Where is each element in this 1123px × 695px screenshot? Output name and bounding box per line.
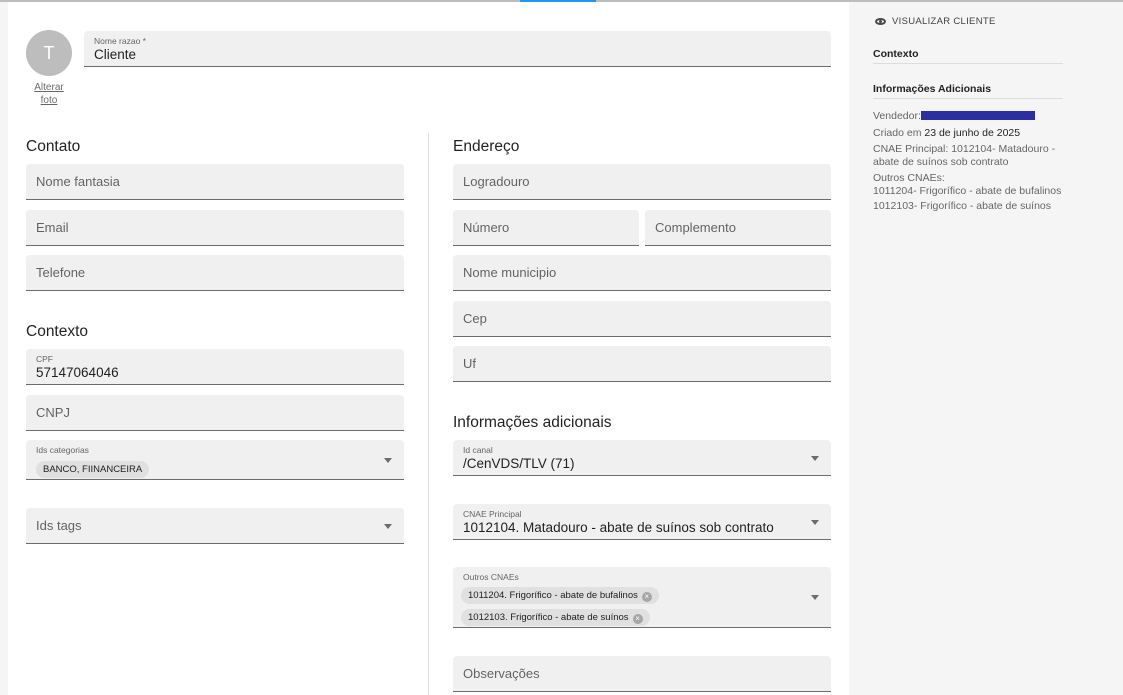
sidebar-info-title: Informações Adicionais bbox=[873, 83, 1063, 99]
id-canal-label: Id canal bbox=[463, 445, 493, 455]
id-canal-select[interactable]: Id canal /CenVDS/TLV (71) bbox=[453, 440, 831, 476]
eye-icon bbox=[875, 18, 886, 25]
close-icon[interactable]: × bbox=[641, 592, 652, 602]
cep-field[interactable]: Cep bbox=[453, 301, 831, 337]
outros-cnaes-block: Outros CNAEs: 1011204- Frigorífico - abat… bbox=[873, 172, 1073, 197]
avatar[interactable]: T bbox=[26, 30, 72, 76]
close-icon[interactable]: × bbox=[632, 614, 643, 624]
outros-cnaes-select[interactable]: Outros CNAEs 1011204. Frigorífico - abat… bbox=[453, 567, 831, 628]
logradouro-placeholder: Logradouro bbox=[463, 174, 530, 189]
ids-tags-select[interactable]: Ids tags bbox=[26, 508, 404, 544]
nome-razao-value: Cliente bbox=[94, 47, 137, 62]
numero-field[interactable]: Número bbox=[453, 210, 639, 246]
email-placeholder: Email bbox=[36, 220, 69, 235]
chevron-down-icon[interactable] bbox=[384, 457, 392, 463]
telefone-placeholder: Telefone bbox=[36, 265, 86, 280]
change-photo-link[interactable]: Alterar foto bbox=[26, 81, 72, 107]
view-client-button[interactable]: VISUALIZAR CLIENTE bbox=[875, 16, 996, 27]
ids-tags-placeholder: Ids tags bbox=[36, 518, 82, 533]
contato-heading: Contato bbox=[26, 138, 81, 155]
redacted-vendedor bbox=[920, 111, 1035, 120]
outros-cnaes-label: Outros CNAEs: bbox=[873, 172, 945, 184]
sidebar-info: Vendedor: Criado em 23 de junho de 2025 … bbox=[873, 110, 1073, 217]
chevron-down-icon[interactable] bbox=[384, 523, 392, 529]
view-client-label: VISUALIZAR CLIENTE bbox=[892, 16, 996, 27]
uf-placeholder: Uf bbox=[463, 356, 476, 371]
cnae-chip-label: 1011204. Frigorífico - abate de bufalino… bbox=[468, 590, 638, 601]
avatar-initial: T bbox=[43, 42, 55, 63]
cnpj-placeholder: CNPJ bbox=[36, 405, 70, 420]
uf-field[interactable]: Uf bbox=[453, 346, 831, 382]
logradouro-field[interactable]: Logradouro bbox=[453, 164, 831, 200]
criado-line: Criado em 23 de junho de 2025 bbox=[873, 127, 1073, 140]
cpf-label: CPF bbox=[36, 354, 53, 364]
ids-categorias-select[interactable]: Ids categorias BANCO, FIINANCEIRA bbox=[26, 440, 404, 480]
cnae-principal-label: CNAE Principal bbox=[463, 509, 522, 519]
id-canal-value: /CenVDS/TLV (71) bbox=[463, 456, 575, 471]
nome-municipio-field[interactable]: Nome municipio bbox=[453, 255, 831, 291]
category-chip[interactable]: BANCO, FIINANCEIRA bbox=[36, 461, 150, 478]
contexto-heading: Contexto bbox=[26, 323, 89, 340]
chevron-down-icon[interactable] bbox=[811, 595, 819, 600]
outros-cnae-item: 1011204- Frigorífico - abate de bufalino… bbox=[873, 184, 1062, 197]
info-adicionais-heading: Informações adicionais bbox=[453, 414, 612, 431]
numero-placeholder: Número bbox=[463, 220, 510, 235]
cep-placeholder: Cep bbox=[463, 311, 487, 326]
cnpj-field[interactable]: CNPJ bbox=[26, 395, 404, 431]
nome-municipio-placeholder: Nome municipio bbox=[463, 265, 557, 280]
endereco-heading: Endereço bbox=[453, 138, 520, 155]
nome-razao-label: Nome razao * bbox=[94, 36, 146, 46]
cnae-chip[interactable]: 1011204. Frigorífico - abate de bufalino… bbox=[461, 587, 659, 604]
criado-date: 23 de junho de 2025 bbox=[924, 126, 1021, 139]
vendedor-line: Vendedor: bbox=[873, 110, 1073, 123]
criado-prefix: Criado em bbox=[873, 126, 925, 139]
cnae-chip-label: 1012103. Frigorífico - abate de suínos bbox=[468, 612, 629, 623]
complemento-field[interactable]: Complemento bbox=[645, 210, 831, 246]
sidebar-contexto-title: Contexto bbox=[873, 48, 1063, 64]
chevron-down-icon[interactable] bbox=[811, 519, 819, 525]
cnae-principal-value: 1012104. Matadouro - abate de suínos sob… bbox=[463, 520, 774, 535]
cnae-principal-select[interactable]: CNAE Principal 1012104. Matadouro - abat… bbox=[453, 504, 831, 540]
observacoes-field[interactable]: Observações bbox=[453, 656, 831, 692]
column-divider bbox=[428, 133, 429, 695]
outros-cnae-item: 1012103- Frigorífico - abate de suínos bbox=[873, 200, 1052, 212]
cnae-chip[interactable]: 1012103. Frigorífico - abate de suínos × bbox=[461, 609, 650, 626]
ids-categorias-label: Ids categorias bbox=[36, 445, 89, 455]
complemento-placeholder: Complemento bbox=[655, 220, 736, 235]
cpf-field[interactable]: CPF 57147064046 bbox=[26, 349, 404, 385]
chevron-down-icon[interactable] bbox=[811, 455, 819, 461]
email-field[interactable]: Email bbox=[26, 210, 404, 246]
nome-fantasia-field[interactable]: Nome fantasia bbox=[26, 164, 404, 200]
client-form: T Alterar foto Nome razao * Cliente Cont… bbox=[8, 2, 849, 695]
nome-razao-field[interactable]: Nome razao * Cliente bbox=[84, 31, 831, 67]
outros-cnaes-label: Outros CNAEs bbox=[463, 572, 519, 582]
observacoes-placeholder: Observações bbox=[463, 666, 540, 681]
nome-fantasia-placeholder: Nome fantasia bbox=[36, 174, 120, 189]
client-sidebar: VISUALIZAR CLIENTE Contexto Informações … bbox=[849, 2, 1123, 695]
cnae-principal-line: CNAE Principal: 1012104- Matadouro - aba… bbox=[873, 143, 1056, 168]
cpf-value: 57147064046 bbox=[36, 365, 119, 380]
vendedor-label: Vendedor: bbox=[873, 110, 921, 122]
telefone-field[interactable]: Telefone bbox=[26, 255, 404, 291]
